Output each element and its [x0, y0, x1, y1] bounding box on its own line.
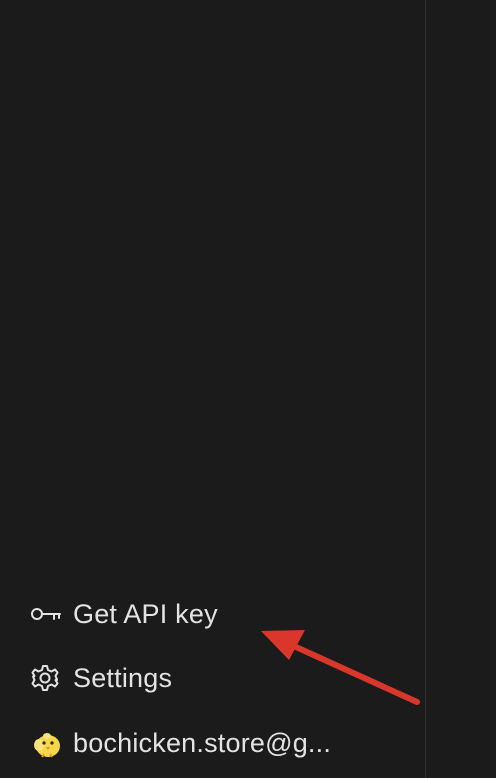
sidebar: Get API key Settings bochicken.store@g..…: [0, 0, 426, 778]
sidebar-item-account[interactable]: bochicken.store@g...: [30, 723, 331, 763]
app-window: Get API key Settings bochicken.store@g..…: [0, 0, 496, 778]
avatar: [30, 726, 64, 760]
key-icon: [30, 597, 64, 631]
sidebar-item-label: Settings: [73, 662, 173, 693]
main-panel: [426, 0, 496, 778]
gear-icon: [30, 661, 64, 695]
sidebar-item-settings[interactable]: Settings: [30, 658, 172, 698]
sidebar-item-label: Get API key: [73, 598, 218, 629]
account-email: bochicken.store@g...: [73, 727, 332, 758]
sidebar-item-get-api-key[interactable]: Get API key: [30, 594, 218, 634]
